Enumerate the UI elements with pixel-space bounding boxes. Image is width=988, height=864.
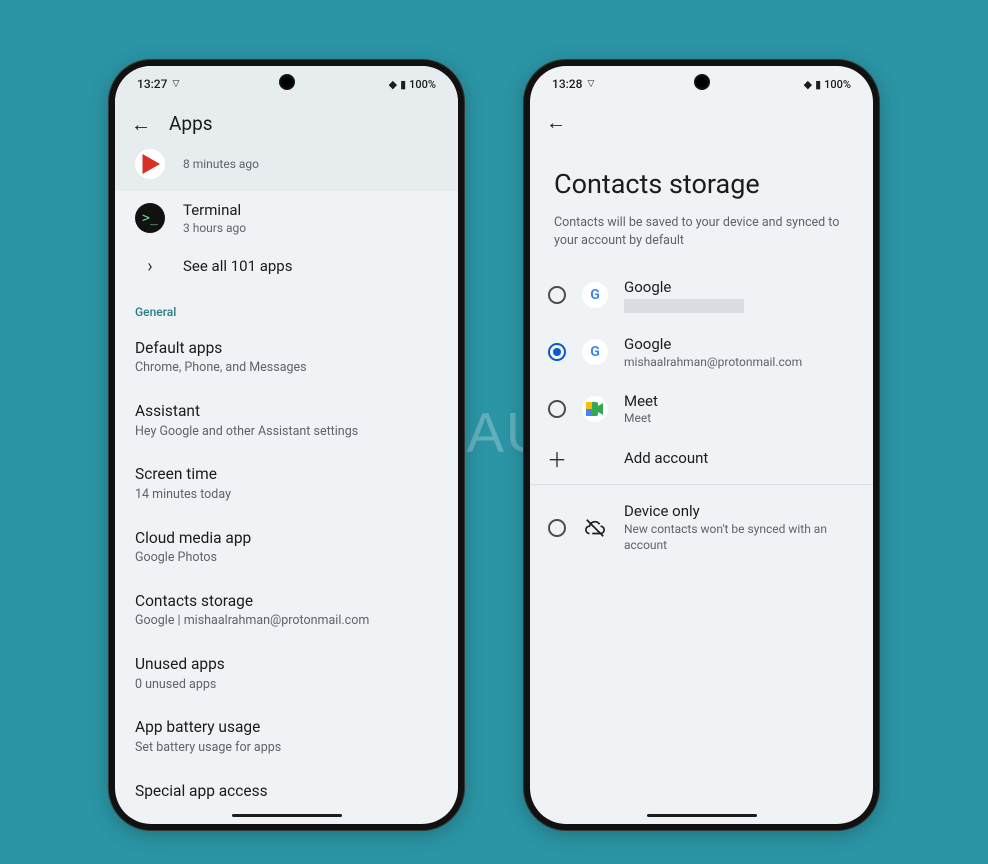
option-title: Device only — [624, 502, 855, 521]
terminal-icon: >_ — [135, 203, 165, 233]
wifi-icon: ◆ — [804, 78, 812, 91]
phone-right: 13:28 ▽ ◆ ▮ 100% ← Contacts storage Cont… — [524, 60, 879, 830]
vpn-icon: ▽ — [587, 79, 594, 89]
storage-option-meet[interactable]: Meet Meet — [530, 381, 873, 438]
radio-button-checked[interactable] — [548, 343, 566, 361]
radio-button[interactable] — [548, 286, 566, 304]
setting-title: Unused apps — [135, 655, 438, 674]
gesture-bar[interactable] — [232, 814, 342, 817]
camera-cutout — [279, 74, 295, 90]
add-account-button[interactable]: ＋ Add account — [530, 438, 873, 479]
setting-title: Special app access — [135, 782, 438, 801]
page-title: Apps — [169, 112, 213, 135]
app-sub: 3 hours ago — [183, 220, 246, 236]
recent-app-item[interactable]: 8 minutes ago — [115, 149, 458, 191]
setting-screen-time[interactable]: Screen time 14 minutes today — [115, 453, 458, 516]
setting-cloud-media[interactable]: Cloud media app Google Photos — [115, 517, 458, 580]
option-title: Meet — [624, 392, 658, 411]
radio-button[interactable] — [548, 519, 566, 537]
redacted-email — [624, 299, 744, 313]
gesture-bar[interactable] — [647, 814, 757, 817]
phone-left: 13:27 ▽ ◆ ▮ 100% ← Apps — [109, 60, 464, 830]
setting-sub: Google Photos — [135, 550, 438, 567]
setting-sub: 0 unused apps — [135, 677, 438, 694]
setting-title: Default apps — [135, 339, 438, 358]
option-sub: mishaalrahman@protonmail.com — [624, 354, 802, 370]
setting-special-access[interactable]: Special app access — [115, 770, 458, 816]
storage-option-google-2[interactable]: G Google mishaalrahman@protonmail.com — [530, 324, 873, 381]
setting-title: App battery usage — [135, 718, 438, 737]
plus-icon: ＋ — [548, 449, 566, 467]
see-all-apps[interactable]: › See all 101 apps — [115, 246, 458, 287]
recent-app-terminal[interactable]: >_ Terminal 3 hours ago — [115, 191, 458, 246]
status-time: 13:28 — [552, 77, 582, 91]
setting-title: Assistant — [135, 402, 438, 421]
recent-app-sub: 8 minutes ago — [183, 156, 259, 172]
cloud-off-icon — [582, 515, 608, 541]
setting-title: Contacts storage — [135, 592, 438, 611]
app-icon — [135, 149, 165, 179]
camera-cutout — [694, 74, 710, 90]
storage-option-google-1[interactable]: G Google — [530, 267, 873, 324]
section-general: General — [115, 287, 458, 327]
battery-icon: ▮ — [815, 78, 821, 91]
chevron-right-icon: › — [135, 256, 165, 277]
google-icon: G — [582, 282, 608, 308]
setting-default-apps[interactable]: Default apps Chrome, Phone, and Messages — [115, 327, 458, 390]
setting-app-battery[interactable]: App battery usage Set battery usage for … — [115, 706, 458, 769]
setting-assistant[interactable]: Assistant Hey Google and other Assistant… — [115, 390, 458, 453]
setting-sub: Set battery usage for apps — [135, 740, 438, 757]
back-button[interactable]: ← — [131, 114, 151, 134]
setting-unused-apps[interactable]: Unused apps 0 unused apps — [115, 643, 458, 706]
option-sub: Meet — [624, 410, 658, 426]
setting-title: Cloud media app — [135, 529, 438, 548]
setting-title: Screen time — [135, 465, 438, 484]
app-bar: ← — [530, 102, 873, 138]
option-title: Google — [624, 335, 802, 354]
battery-percent: 100% — [824, 78, 851, 91]
option-sub: New contacts won't be synced with an acc… — [624, 521, 855, 553]
battery-icon: ▮ — [400, 78, 406, 91]
wifi-icon: ◆ — [389, 78, 397, 91]
see-all-label: See all 101 apps — [183, 257, 292, 276]
vpn-icon: ▽ — [172, 79, 179, 89]
status-time: 13:27 — [137, 77, 167, 91]
radio-button[interactable] — [548, 400, 566, 418]
google-icon: G — [582, 339, 608, 365]
option-title: Google — [624, 278, 744, 297]
back-button[interactable]: ← — [546, 112, 566, 132]
setting-contacts-storage[interactable]: Contacts storage Google | mishaalrahman@… — [115, 580, 458, 643]
battery-percent: 100% — [409, 78, 436, 91]
page-description: Contacts will be saved to your device an… — [530, 214, 873, 267]
setting-sub: 14 minutes today — [135, 487, 438, 504]
meet-icon — [582, 396, 608, 422]
app-bar: ← Apps — [115, 102, 458, 149]
setting-sub: Hey Google and other Assistant settings — [135, 424, 438, 441]
page-title: Contacts storage — [530, 138, 873, 214]
add-account-label: Add account — [624, 449, 708, 468]
setting-sub: Chrome, Phone, and Messages — [135, 360, 438, 377]
storage-option-device-only[interactable]: Device only New contacts won't be synced… — [530, 491, 873, 564]
app-title: Terminal — [183, 201, 246, 220]
setting-sub: Google | mishaalrahman@protonmail.com — [135, 613, 438, 630]
divider — [530, 484, 873, 485]
